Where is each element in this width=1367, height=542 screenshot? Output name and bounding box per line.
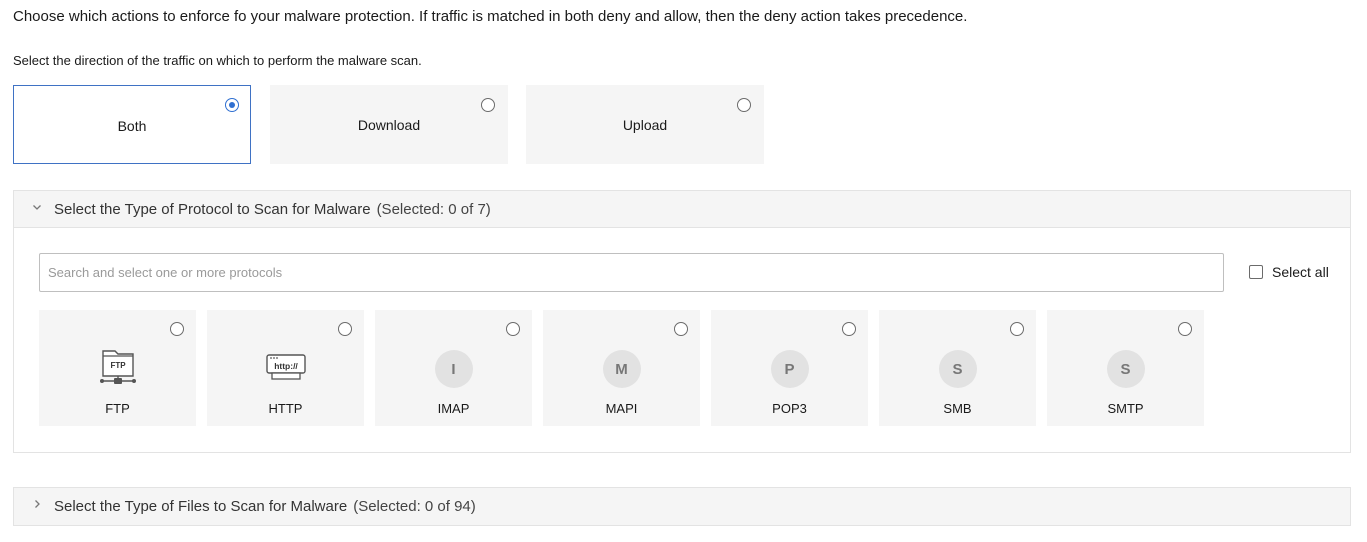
protocol-radio-pop3[interactable] (842, 322, 856, 336)
protocol-card-imap[interactable]: I IMAP (375, 310, 532, 426)
protocol-name-pop3: POP3 (772, 401, 807, 416)
protocol-radio-smb[interactable] (1010, 322, 1024, 336)
direction-label-download: Download (357, 117, 421, 133)
direction-radio-both[interactable] (225, 98, 239, 112)
protocol-section-count: (Selected: 0 of 7) (376, 201, 491, 218)
direction-card-both[interactable]: Both (13, 85, 251, 164)
protocol-card-ftp[interactable]: FTP FTP (39, 310, 196, 426)
direction-card-upload[interactable]: Upload (526, 85, 764, 164)
protocol-name-ftp: FTP (105, 401, 130, 416)
files-section-title: Select the Type of Files to Scan for Mal… (54, 498, 348, 515)
direction-prompt: Select the direction of the traffic on w… (13, 53, 422, 68)
protocol-radio-imap[interactable] (506, 322, 520, 336)
direction-label-upload: Upload (622, 117, 668, 133)
protocol-card-http[interactable]: http:// HTTP (207, 310, 364, 426)
chevron-right-icon (32, 498, 42, 512)
protocol-card-smtp[interactable]: S SMTP (1047, 310, 1204, 426)
intro-text: Choose which actions to enforce fo your … (13, 8, 968, 25)
svg-text:FTP: FTP (110, 361, 126, 370)
direction-label-both: Both (117, 118, 147, 134)
protocol-radio-ftp[interactable] (170, 322, 184, 336)
ftp-icon: FTP (97, 348, 139, 391)
protocol-name-http: HTTP (268, 401, 303, 416)
direction-radio-upload[interactable] (737, 98, 751, 112)
direction-card-download[interactable]: Download (270, 85, 508, 164)
protocol-radio-http[interactable] (338, 322, 352, 336)
protocol-section-header[interactable]: Select the Type of Protocol to Scan for … (13, 190, 1351, 228)
protocol-name-imap: IMAP (437, 401, 470, 416)
chevron-down-icon (32, 201, 42, 215)
protocol-radio-smtp[interactable] (1178, 322, 1192, 336)
mapi-letter-icon: M (602, 350, 641, 388)
protocol-card-mapi[interactable]: M MAPI (543, 310, 700, 426)
svg-text:http://: http:// (274, 361, 298, 371)
imap-letter-icon: I (434, 350, 473, 388)
select-all-checkbox[interactable] (1249, 265, 1263, 279)
smtp-letter-icon: S (1106, 350, 1145, 388)
protocol-name-smtp: SMTP (1107, 401, 1144, 416)
protocol-radio-mapi[interactable] (674, 322, 688, 336)
protocol-search-input[interactable] (39, 253, 1224, 292)
protocol-name-mapi: MAPI (605, 401, 638, 416)
protocol-card-smb[interactable]: S SMB (879, 310, 1036, 426)
pop3-letter-icon: P (770, 350, 809, 388)
smb-letter-icon: S (938, 350, 977, 388)
files-section-count: (Selected: 0 of 94) (353, 498, 476, 515)
protocol-section-title: Select the Type of Protocol to Scan for … (54, 201, 371, 218)
direction-radio-download[interactable] (481, 98, 495, 112)
select-all-label: Select all (1272, 264, 1329, 280)
protocol-section-body: Select all FTP FTP (13, 228, 1351, 453)
http-icon: http:// (264, 351, 308, 388)
select-all-protocols[interactable]: Select all (1249, 264, 1329, 280)
files-section-header[interactable]: Select the Type of Files to Scan for Mal… (13, 487, 1351, 526)
protocol-name-smb: SMB (943, 401, 972, 416)
protocol-card-pop3[interactable]: P POP3 (711, 310, 868, 426)
